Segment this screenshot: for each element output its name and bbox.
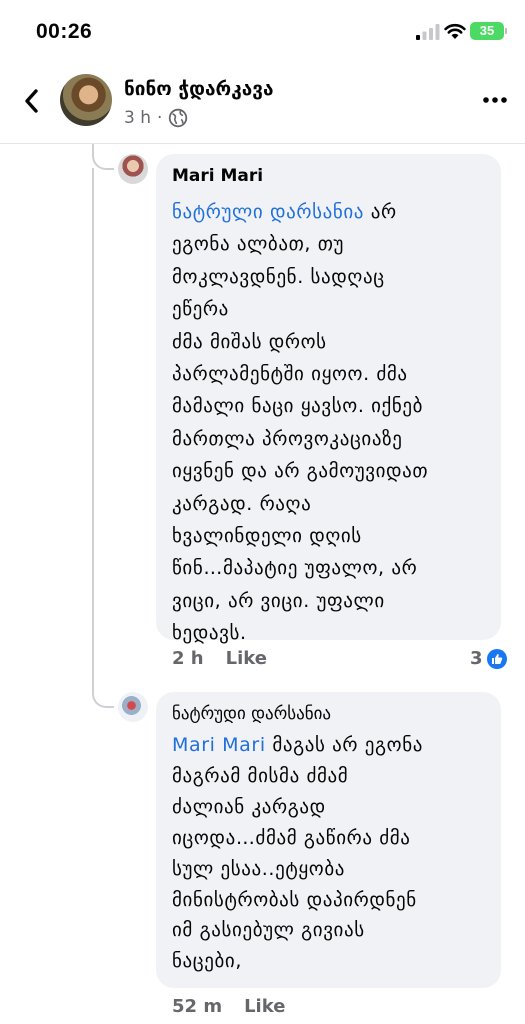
comment-bubble: ნატრუდი დარსანია Mari Mari მაგას არ ეგონ…	[156, 692, 501, 988]
comment-text: Mari Mari მაგას არ ეგონა მაგრამ მისმა ძმ…	[172, 730, 492, 977]
comment-actions: 2 h Like	[172, 648, 267, 669]
like-button[interactable]: Like	[226, 648, 267, 669]
comment-body: არ ეგონა ალბათ, თუ მოკლავდნენ. სადღაც ეწ…	[172, 201, 429, 645]
author-avatar[interactable]	[60, 74, 112, 126]
comment-author[interactable]: ნატრუდი დარსანია	[172, 704, 331, 724]
battery-indicator: 35	[470, 22, 504, 40]
comment-author[interactable]: Mari Mari	[172, 166, 263, 186]
status-bar: 00:26 35	[0, 0, 525, 62]
comment-mention[interactable]: Mari Mari	[172, 734, 266, 756]
post-meta: 3 h ·	[124, 108, 188, 128]
comment-body: მაგას არ ეგონა მაგრამ მისმა ძმამ ძალიან …	[172, 734, 423, 973]
cellular-signal-icon	[416, 24, 440, 40]
thread-connector	[92, 676, 114, 708]
comment-time: 2 h	[172, 648, 204, 669]
battery-cap	[505, 28, 507, 34]
globe-icon	[169, 108, 188, 128]
comment-time: 52 m	[172, 996, 223, 1017]
comment-avatar[interactable]	[118, 154, 148, 184]
comment-bubble: Mari Mari ნატრული დარსანია არ ეგონა ალბა…	[156, 154, 501, 644]
status-time: 00:26	[36, 20, 93, 43]
reaction-count: 3	[470, 648, 483, 669]
header-divider	[0, 143, 525, 144]
comment-avatar[interactable]	[118, 692, 148, 722]
more-horizontal-icon[interactable]	[482, 92, 508, 108]
comment-mention[interactable]: ნატრული დარსანია	[172, 201, 364, 223]
like-button[interactable]: Like	[244, 996, 285, 1017]
comment-actions: 52 m Like	[172, 996, 285, 1017]
post-author-name[interactable]: ნინო ჭდარკავა	[124, 78, 273, 100]
post-time: 3 h	[124, 108, 151, 128]
comment-text: ნატრული დარსანია არ ეგონა ალბათ, თუ მოკლ…	[172, 196, 492, 650]
thumbs-up-icon	[486, 648, 507, 669]
thread-connector	[92, 144, 114, 170]
post-header: ნინო ჭდარკავა 3 h ·	[0, 66, 525, 144]
reaction-summary[interactable]: 3	[470, 648, 507, 669]
meta-separator: ·	[157, 108, 163, 128]
thread-line	[92, 168, 94, 676]
wifi-icon	[444, 23, 466, 39]
chevron-left-icon[interactable]	[18, 84, 46, 118]
